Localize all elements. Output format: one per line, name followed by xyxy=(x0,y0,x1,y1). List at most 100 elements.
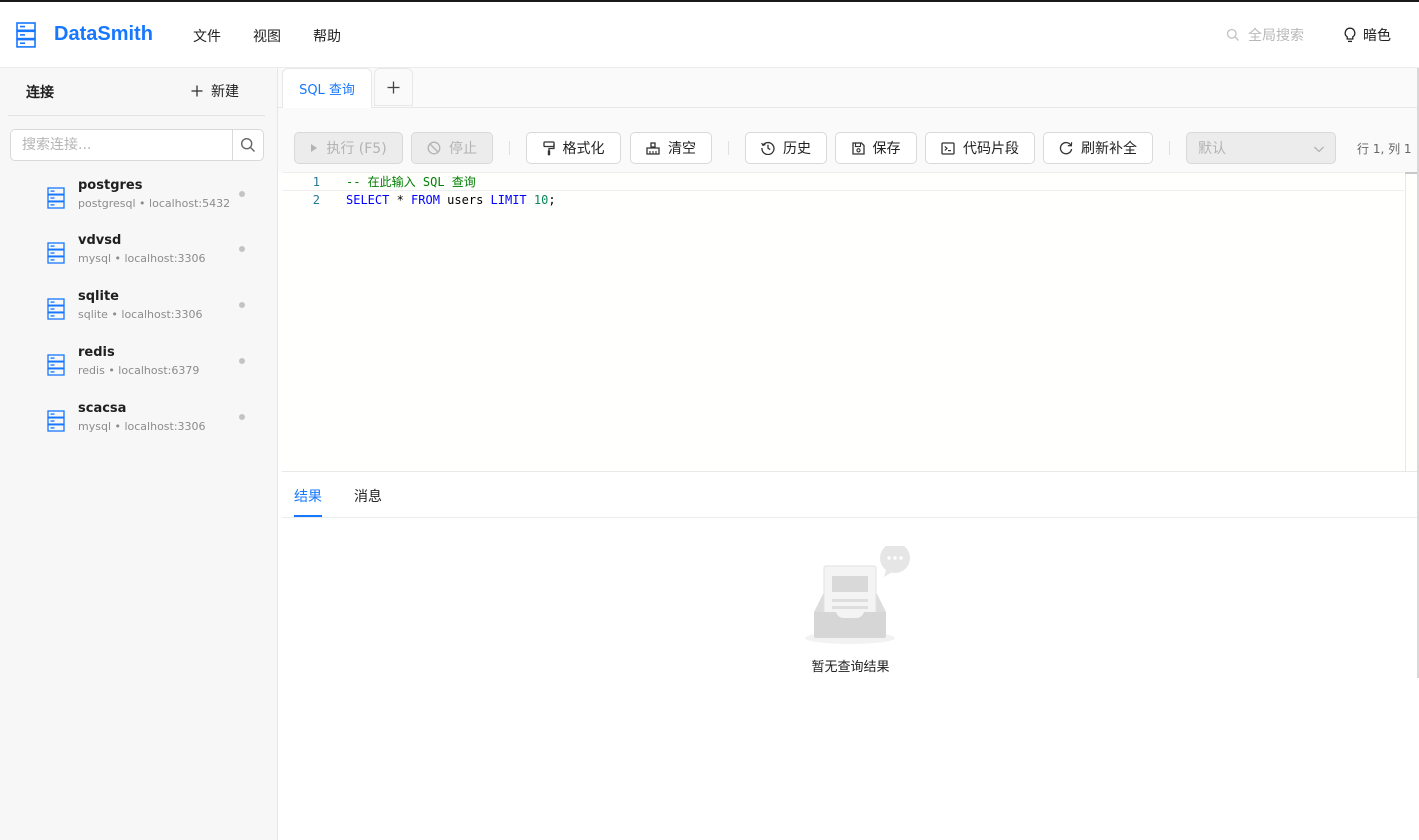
stop-query-label: 停止 xyxy=(449,141,477,157)
connection-status-dot xyxy=(239,358,245,364)
code-snippets-button[interactable]: 代码片段 xyxy=(925,132,1035,164)
theme-toggle-label: 暗色 xyxy=(1363,28,1391,44)
connection-item[interactable]: postgres postgresql • localhost:5432 xyxy=(0,175,278,227)
save-icon xyxy=(851,141,865,155)
empty-results-text: 暂无查询结果 xyxy=(811,660,890,675)
lightbulb-icon xyxy=(1344,27,1356,43)
connection-meta: mysql • localhost:3306 xyxy=(78,420,206,433)
connection-meta: sqlite • localhost:3306 xyxy=(78,308,203,321)
refresh-icon xyxy=(1059,141,1073,155)
connection-status-dot xyxy=(239,302,245,308)
connection-search-button[interactable] xyxy=(232,129,264,161)
code-comment: -- 在此输入 SQL 查询 xyxy=(346,175,476,189)
sidebar-divider xyxy=(8,115,265,116)
code-operator: * xyxy=(389,193,412,207)
menu-view[interactable]: 视图 xyxy=(253,26,281,46)
stop-query-button[interactable]: 停止 xyxy=(411,132,493,164)
database-icon xyxy=(47,410,65,432)
connection-item[interactable]: sqlite sqlite • localhost:3306 xyxy=(0,286,278,338)
app-title: DataSmith xyxy=(54,23,153,45)
code-snippets-label: 代码片段 xyxy=(963,141,1019,157)
connection-meta: redis • localhost:6379 xyxy=(78,364,200,377)
menu-help[interactable]: 帮助 xyxy=(313,26,341,46)
connection-item[interactable]: scacsa mysql • localhost:3306 xyxy=(0,398,278,450)
cursor-position: 行 1, 列 1 xyxy=(1357,142,1412,156)
history-clock-icon xyxy=(761,141,775,155)
connection-name: postgres xyxy=(78,178,143,193)
results-divider xyxy=(282,517,1419,518)
database-icon xyxy=(47,298,65,320)
query-toolbar: 执行 (F5) 停止 格式化 清空 历史 保存 代码片段 刷新补全 默认 行 1… xyxy=(278,108,1419,172)
menu-file[interactable]: 文件 xyxy=(193,26,221,46)
sidebar-title: 连接 xyxy=(26,85,54,101)
plus-icon xyxy=(191,85,203,97)
line-code: SELECT * FROM users LIMIT 10; xyxy=(346,191,556,210)
plus-icon xyxy=(387,81,400,93)
new-connection-label: 新建 xyxy=(211,84,239,100)
connection-search-input[interactable] xyxy=(10,129,233,161)
code-identifier: users xyxy=(439,193,491,207)
code-snippet-icon xyxy=(941,141,955,155)
stop-circle-icon xyxy=(427,141,441,155)
search-icon xyxy=(240,137,255,152)
connections-sidebar: 连接 新建 postgres postgresql • localhost:54… xyxy=(0,68,278,840)
global-search[interactable]: 全局搜索 xyxy=(1226,25,1304,45)
chevron-down-icon xyxy=(1314,146,1324,153)
toolbar-divider xyxy=(1169,141,1170,155)
toolbar-divider xyxy=(728,141,729,155)
history-button[interactable]: 历史 xyxy=(745,132,827,164)
editor-line: 2 SELECT * FROM users LIMIT 10; xyxy=(282,191,1404,210)
play-icon xyxy=(311,144,318,152)
tab-results[interactable]: 结果 xyxy=(294,486,322,517)
tab-messages[interactable]: 消息 xyxy=(354,486,382,515)
line-number: 1 xyxy=(312,175,320,189)
clear-button[interactable]: 清空 xyxy=(630,132,712,164)
database-icon xyxy=(47,242,65,264)
editor-line: 1 -- 在此输入 SQL 查询 xyxy=(282,172,1404,191)
add-tab-button[interactable] xyxy=(374,68,413,106)
line-number: 2 xyxy=(312,193,320,207)
history-label: 历史 xyxy=(783,141,811,157)
line-code: -- 在此输入 SQL 查询 xyxy=(346,173,476,192)
code-keyword: SELECT xyxy=(346,193,390,207)
connection-status-dot xyxy=(239,191,245,197)
database-select[interactable]: 默认 xyxy=(1186,132,1336,164)
format-label: 格式化 xyxy=(562,141,605,157)
database-select-value: 默认 xyxy=(1198,141,1226,157)
refresh-completion-label: 刷新补全 xyxy=(1081,141,1137,157)
sql-editor[interactable]: 1 -- 在此输入 SQL 查询 2 SELECT * FROM users L… xyxy=(282,172,1419,472)
code-keyword: LIMIT xyxy=(490,193,527,207)
code-number: 10 xyxy=(526,193,549,207)
search-icon xyxy=(1226,28,1239,41)
connection-name: sqlite xyxy=(78,289,119,304)
query-tab-bar: SQL 查询 xyxy=(278,68,1419,108)
database-server-icon xyxy=(16,22,36,48)
connection-item[interactable]: vdvsd mysql • localhost:3306 xyxy=(0,230,278,282)
results-panel: 结果 消息 暂无查询结果 xyxy=(282,472,1419,840)
connection-item[interactable]: redis redis • localhost:6379 xyxy=(0,342,278,394)
global-search-placeholder: 全局搜索 xyxy=(1248,28,1304,44)
app-header: DataSmith 文件 视图 帮助 全局搜索 暗色 xyxy=(0,2,1419,68)
connection-meta: mysql • localhost:3306 xyxy=(78,252,206,265)
clear-label: 清空 xyxy=(668,141,696,157)
tab-sql-query[interactable]: SQL 查询 xyxy=(282,68,372,108)
save-label: 保存 xyxy=(872,141,901,157)
save-button[interactable]: 保存 xyxy=(835,132,917,164)
connection-name: scacsa xyxy=(78,401,127,416)
connection-meta: postgresql • localhost:5432 xyxy=(78,197,231,210)
database-icon xyxy=(47,354,65,376)
empty-inbox-icon xyxy=(805,546,910,644)
run-query-label: 执行 (F5) xyxy=(326,141,387,157)
connection-name: vdvsd xyxy=(78,233,122,248)
theme-toggle-button[interactable]: 暗色 xyxy=(1343,25,1391,45)
format-painter-icon xyxy=(542,140,555,155)
code-punctuation: ; xyxy=(548,193,556,207)
connection-name: redis xyxy=(78,345,115,360)
database-icon xyxy=(47,187,65,209)
refresh-completion-button[interactable]: 刷新补全 xyxy=(1043,132,1153,164)
connection-status-dot xyxy=(239,414,245,420)
new-connection-button[interactable]: 新建 xyxy=(191,81,239,101)
run-query-button[interactable]: 执行 (F5) xyxy=(294,132,403,164)
format-button[interactable]: 格式化 xyxy=(526,132,621,164)
connection-status-dot xyxy=(239,246,245,252)
